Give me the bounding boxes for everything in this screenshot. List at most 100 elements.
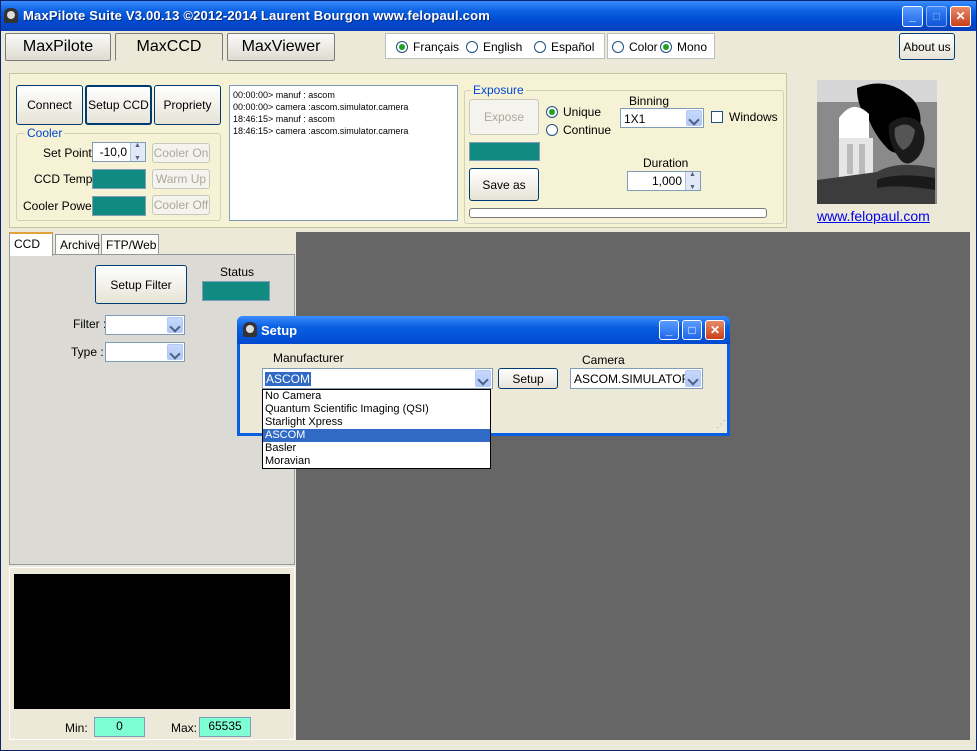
- cooler-power-display: [92, 196, 146, 216]
- ccd-temp-display: [92, 169, 146, 189]
- camera-label: Camera: [582, 353, 625, 367]
- chevron-down-icon[interactable]: [167, 317, 183, 333]
- max-label: Max:: [171, 721, 198, 735]
- log-line: 18:46:15> camera :ascom.simulator.camera: [233, 126, 409, 136]
- maximize-button[interactable]: □: [926, 6, 947, 27]
- warm-up-button[interactable]: Warm Up: [152, 169, 210, 189]
- chevron-down-icon[interactable]: [686, 110, 702, 126]
- log-line: 18:46:15> manuf : ascom: [233, 114, 335, 124]
- radio-selected-icon: [396, 41, 408, 53]
- type-label: Type :: [71, 345, 104, 359]
- radio-icon: [546, 124, 558, 136]
- radio-icon: [612, 41, 624, 53]
- list-item-selected[interactable]: ASCOM: [263, 429, 490, 442]
- binning-label: Binning: [629, 94, 670, 108]
- app-icon: [4, 8, 18, 23]
- type-select[interactable]: [105, 342, 185, 362]
- about-us-button[interactable]: About us: [899, 33, 955, 60]
- app-icon: [243, 322, 257, 337]
- log-line: 00:00:00> manuf : ascom: [233, 90, 335, 100]
- dialog-setup-button[interactable]: Setup: [498, 368, 558, 389]
- propriety-button[interactable]: Propriety: [154, 85, 221, 125]
- radio-francais[interactable]: Français: [396, 40, 459, 54]
- list-item[interactable]: Quantum Scientific Imaging (QSI): [263, 403, 490, 416]
- log-line: 00:00:00> camera :ascom.simulator.camera: [233, 102, 409, 112]
- chevron-down-icon[interactable]: [685, 370, 701, 387]
- histogram-display: [14, 574, 290, 709]
- log-box[interactable]: 00:00:00> manuf : ascom 00:00:00> camera…: [229, 85, 458, 221]
- chevron-down-icon[interactable]: [475, 370, 491, 387]
- manufacturer-dropdown-list[interactable]: No Camera Quantum Scientific Imaging (QS…: [262, 389, 491, 469]
- setup-dialog-title: Setup: [261, 323, 298, 338]
- language-group: Français English Español: [385, 33, 605, 59]
- max-value[interactable]: 65535: [199, 717, 251, 737]
- setup-ccd-button[interactable]: Setup CCD: [85, 85, 152, 125]
- resize-grip-icon[interactable]: ⋰: [716, 420, 726, 430]
- filter-label: Filter :: [73, 317, 107, 331]
- radio-espanol[interactable]: Español: [534, 40, 594, 54]
- cooler-legend: Cooler: [25, 126, 65, 140]
- chevron-down-icon[interactable]: [167, 344, 183, 360]
- close-button[interactable]: ✕: [950, 6, 971, 27]
- windows-checkbox[interactable]: Windows: [711, 110, 778, 124]
- image-viewer[interactable]: [296, 232, 970, 740]
- spinner-arrows-icon[interactable]: [685, 171, 700, 191]
- expose-button[interactable]: Expose: [469, 99, 539, 135]
- radio-selected-icon: [546, 106, 558, 118]
- radio-mono[interactable]: Mono: [660, 40, 707, 54]
- filter-select[interactable]: [105, 315, 185, 335]
- observatory-logo: [817, 80, 937, 204]
- tab-maxccd[interactable]: MaxCCD: [115, 33, 223, 61]
- list-item[interactable]: No Camera: [263, 390, 490, 403]
- cooler-power-label: Cooler Power: [23, 199, 96, 213]
- tab-maxpilote[interactable]: MaxPilote: [5, 33, 111, 61]
- connect-button[interactable]: Connect: [16, 85, 83, 125]
- setup-filter-button[interactable]: Setup Filter: [95, 265, 187, 304]
- radio-continue[interactable]: Continue: [546, 123, 611, 137]
- exposure-progress-bar: [469, 208, 767, 218]
- radio-icon: [534, 41, 546, 53]
- tab-archive[interactable]: Archive: [55, 234, 100, 254]
- set-point-label: Set Point: [43, 146, 92, 160]
- ccd-temp-label: CCD Temp: [34, 172, 93, 186]
- radio-icon: [466, 41, 478, 53]
- setup-dialog-title-bar[interactable]: Setup _ □ ✕: [237, 316, 730, 344]
- title-bar[interactable]: MaxPilote Suite V3.00.13 ©2012-2014 Laur…: [1, 1, 976, 31]
- manufacturer-select[interactable]: ASCOM: [262, 368, 493, 389]
- website-link[interactable]: www.felopaul.com: [817, 208, 930, 224]
- dialog-minimize-button[interactable]: _: [659, 320, 679, 340]
- exposure-legend: Exposure: [471, 83, 526, 97]
- duration-spinner[interactable]: 1,000: [627, 171, 701, 191]
- radio-color[interactable]: Color: [612, 40, 658, 54]
- window-title: MaxPilote Suite V3.00.13 ©2012-2014 Laur…: [23, 8, 490, 23]
- radio-selected-icon: [660, 41, 672, 53]
- list-item[interactable]: Basler: [263, 442, 490, 455]
- radio-english[interactable]: English: [466, 40, 522, 54]
- color-mode-group: Color Mono: [607, 33, 715, 59]
- tab-maxviewer[interactable]: MaxViewer: [227, 33, 335, 61]
- tab-ftp-web[interactable]: FTP/Web: [101, 234, 159, 254]
- save-as-button[interactable]: Save as: [469, 168, 539, 201]
- duration-label: Duration: [643, 156, 689, 170]
- minimize-button[interactable]: _: [902, 6, 923, 27]
- status-display: [202, 281, 270, 301]
- min-value[interactable]: 0: [94, 717, 145, 737]
- spinner-arrows-icon[interactable]: [130, 142, 145, 162]
- list-item[interactable]: Moravian: [263, 455, 490, 468]
- status-label: Status: [220, 265, 255, 279]
- exposure-status-display: [469, 142, 540, 161]
- list-item[interactable]: Starlight Xpress: [263, 416, 490, 429]
- cooler-off-button[interactable]: Cooler Off: [152, 195, 210, 215]
- checkbox-icon: [711, 111, 723, 123]
- tab-ccd[interactable]: CCD: [9, 232, 53, 256]
- cooler-on-button[interactable]: Cooler On: [152, 143, 210, 163]
- histogram-panel: [9, 567, 295, 740]
- dialog-close-button[interactable]: ✕: [705, 320, 725, 340]
- camera-select[interactable]: ASCOM.SIMULATOR.: [570, 368, 703, 389]
- min-label: Min:: [65, 721, 88, 735]
- manufacturer-label: Manufacturer: [273, 351, 344, 365]
- set-point-spinner[interactable]: -10,0: [92, 142, 146, 162]
- dialog-maximize-button[interactable]: □: [682, 320, 702, 340]
- radio-unique[interactable]: Unique: [546, 105, 601, 119]
- binning-select[interactable]: 1X1: [620, 108, 704, 128]
